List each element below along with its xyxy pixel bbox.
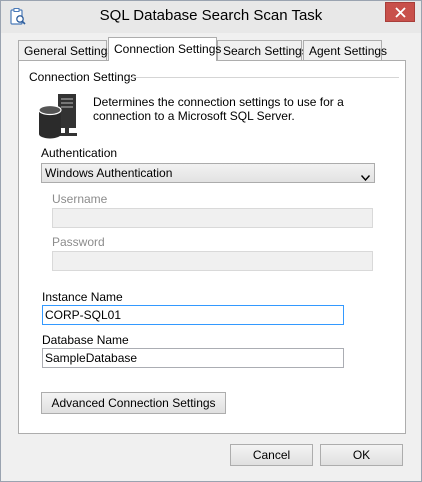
dialog-window: SQL Database Search Scan Task General Se… [0, 0, 422, 482]
password-field[interactable] [52, 251, 373, 271]
ok-button[interactable]: OK [320, 444, 403, 466]
password-label: Password [52, 235, 105, 249]
cancel-button[interactable]: Cancel [230, 444, 313, 466]
authentication-dropdown[interactable]: Windows Authentication [41, 163, 375, 183]
close-icon [395, 7, 406, 18]
connection-settings-panel: Connection Settings Determines the conne… [18, 60, 406, 434]
authentication-label: Authentication [41, 146, 118, 160]
tab-agent-settings[interactable]: Agent Settings [303, 40, 387, 60]
database-name-label: Database Name [42, 333, 129, 347]
group-divider [131, 77, 399, 78]
title-bar[interactable]: SQL Database Search Scan Task [1, 1, 421, 33]
username-field[interactable] [52, 208, 373, 228]
instance-name-input[interactable]: CORP-SQL01 [42, 305, 344, 325]
advanced-connection-settings-button[interactable]: Advanced Connection Settings [41, 392, 226, 414]
description-text: Determines the connection settings to us… [93, 95, 344, 123]
group-title: Connection Settings [29, 70, 137, 84]
tab-search-settings[interactable]: Search Settings [217, 40, 308, 60]
username-label: Username [52, 192, 108, 206]
database-server-icon [37, 92, 81, 143]
close-button[interactable] [385, 2, 415, 22]
tab-general-settings[interactable]: General Settings [18, 40, 113, 60]
tab-connection-settings[interactable]: Connection Settings [108, 37, 221, 61]
instance-name-label: Instance Name [42, 290, 123, 304]
chevron-down-icon [360, 170, 371, 184]
database-name-input[interactable]: SampleDatabase [42, 348, 344, 368]
window-title: SQL Database Search Scan Task [99, 7, 323, 24]
authentication-selected-value: Windows Authentication [45, 166, 173, 180]
